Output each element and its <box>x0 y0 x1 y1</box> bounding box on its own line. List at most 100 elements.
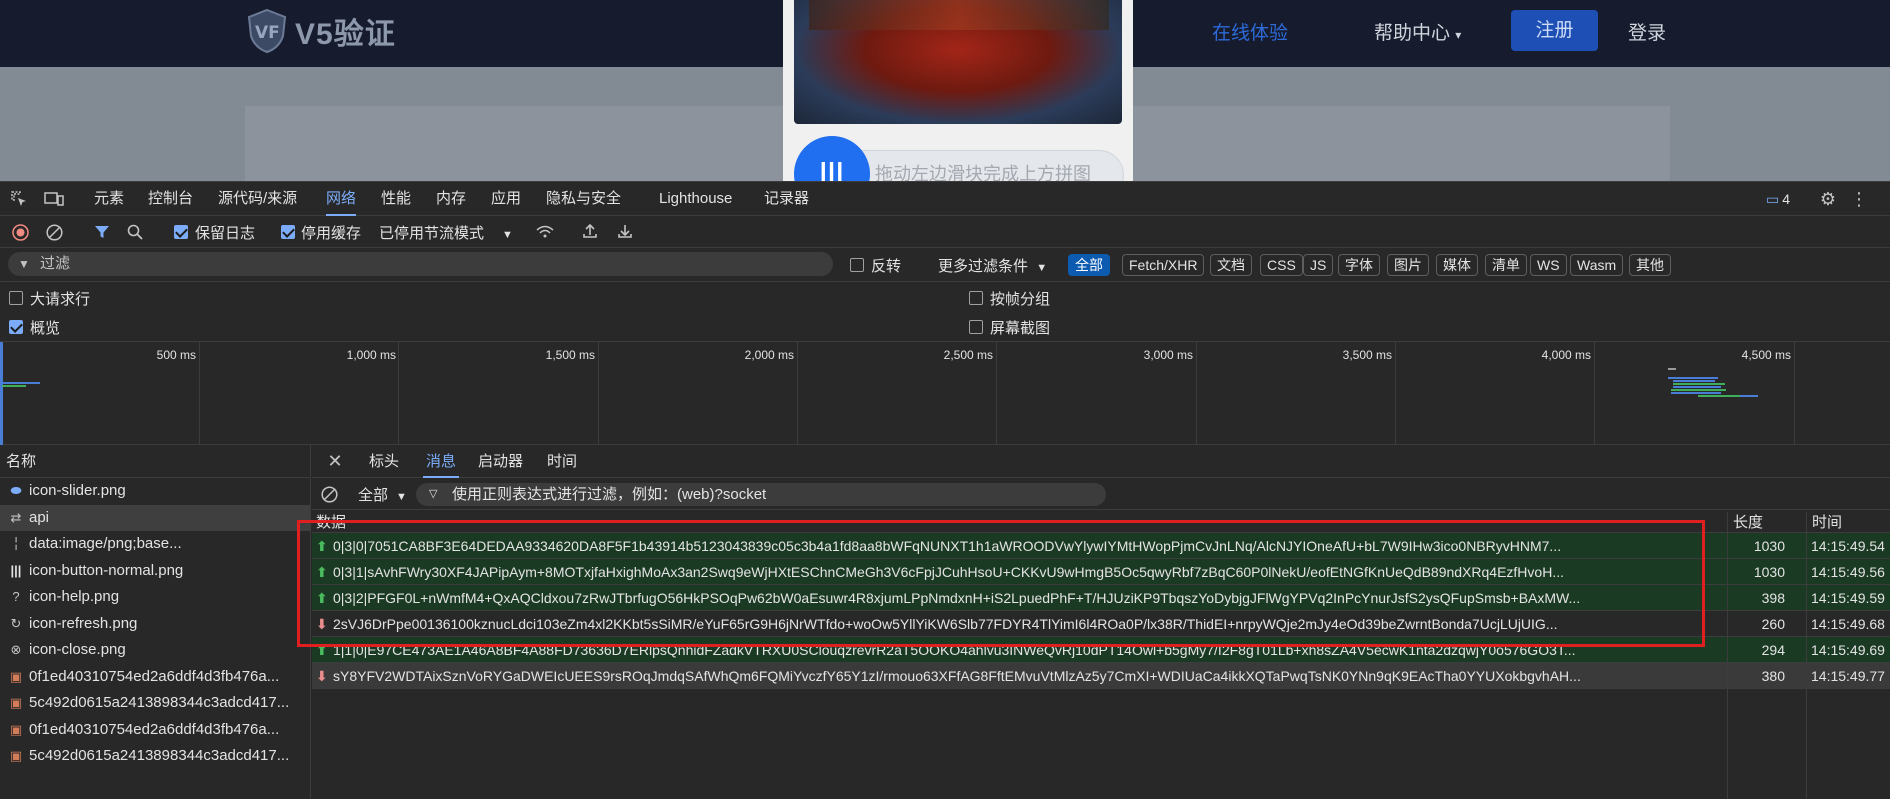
help-icon: ? <box>12 589 20 604</box>
timeline-tick-label: 4,000 ms <box>1541 348 1591 362</box>
invert-checkbox[interactable] <box>850 258 864 272</box>
tab-memory[interactable]: 内存 <box>436 182 466 216</box>
tab-console[interactable]: 控制台 <box>148 182 193 216</box>
tab-elements[interactable]: 元素 <box>94 182 124 216</box>
request-name: 5c492d0615a2413898344c3adcd417... <box>29 694 290 711</box>
slider-icon: ⬬ <box>10 483 22 498</box>
request-row[interactable]: ⊗ icon-close.png <box>0 637 310 664</box>
request-name: 5c492d0615a2413898344c3adcd417... <box>29 747 290 764</box>
nav-help-label: 帮助中心 <box>1374 23 1451 44</box>
filter-chip-font[interactable]: 字体 <box>1338 254 1380 276</box>
timeline-request-bar <box>2 385 26 387</box>
tab-sources[interactable]: 源代码/来源 <box>218 182 297 216</box>
request-row[interactable]: ▣ 5c492d0615a2413898344c3adcd417... <box>0 690 310 717</box>
message-row[interactable]: ⬆ 0|3|0|7051CA8BF3E64DEDAA9334620DA8F5F1… <box>312 533 1890 559</box>
request-row[interactable]: ▣ 5c492d0615a2413898344c3adcd417... <box>0 743 310 770</box>
preserve-log-label: 保留日志 <box>195 225 256 242</box>
request-row[interactable]: ▣ 0f1ed40310754ed2a6ddf4d3fb476a... <box>0 717 310 744</box>
filter-funnel-icon: ▽ <box>429 488 438 500</box>
throttling-select[interactable]: 已停用节流模式 ▼ <box>379 222 513 243</box>
length-column-header[interactable]: 长度 <box>1727 512 1806 533</box>
filter-chip-js[interactable]: JS <box>1303 254 1334 276</box>
message-row[interactable]: ⬇ 2sVJ6DrPpe00136100kznucLdci103eZm4xl2K… <box>312 611 1890 637</box>
messages-header-row: 数据 长度 时间 <box>312 512 1890 533</box>
message-row[interactable]: ⬇ sY8YFV2WDTAixSznVoRYGaDWEIcUEES9rsROqJ… <box>312 663 1890 689</box>
message-row[interactable]: ⬆ 1|1|0|E97CE473AE1A46A8BF4A88FD73636D7E… <box>312 637 1890 663</box>
nav-link-help[interactable]: 帮助中心 ▾ <box>1374 18 1461 45</box>
caret-down-icon: ▼ <box>502 229 513 241</box>
request-row[interactable]: ||| icon-button-normal.png <box>0 558 310 585</box>
filter-funnel-icon[interactable] <box>93 223 111 241</box>
big-rows-checkbox[interactable] <box>9 291 23 305</box>
request-row[interactable]: ╎ data:image/png;base... <box>0 531 310 558</box>
preserve-log-checkbox[interactable] <box>174 225 188 239</box>
message-length: 1030 <box>1727 559 1787 585</box>
message-row[interactable]: ⬆ 0|3|1|sAvhFWry30XF4JAPipAym+8MOTxjfaHx… <box>312 559 1890 585</box>
overview-checkbox[interactable] <box>9 320 23 334</box>
websocket-icon: ⇄ <box>10 509 22 525</box>
network-overview-timeline[interactable]: 500 ms 1,000 ms 1,500 ms 2,000 ms 2,500 … <box>0 342 1890 445</box>
tab-initiator[interactable]: 启动器 <box>478 445 523 478</box>
tab-lighthouse[interactable]: Lighthouse <box>659 182 732 216</box>
register-button[interactable]: 注册 <box>1511 10 1598 51</box>
time-column-divider <box>1806 533 1807 799</box>
tab-application[interactable]: 应用 <box>491 182 521 216</box>
timeline-waterfall-cluster <box>1668 368 1758 400</box>
filter-chip-manifest[interactable]: 清单 <box>1485 254 1527 276</box>
tab-timing[interactable]: 时间 <box>547 445 577 478</box>
clear-log-icon[interactable] <box>45 223 63 241</box>
request-row[interactable]: ↻ icon-refresh.png <box>0 611 310 638</box>
filter-chip-wasm[interactable]: Wasm <box>1570 254 1624 276</box>
tab-privacy-security[interactable]: 隐私与安全 <box>546 182 621 216</box>
filter-chip-img[interactable]: 图片 <box>1387 254 1429 276</box>
more-options-icon[interactable]: ⋮ <box>1850 189 1868 209</box>
message-length: 398 <box>1727 585 1787 611</box>
inspect-element-icon[interactable] <box>10 190 28 208</box>
import-har-icon[interactable] <box>581 222 599 240</box>
captcha-slider-knob[interactable]: ||| <box>794 136 870 181</box>
request-row[interactable]: ⬬ icon-slider.png <box>0 478 310 505</box>
close-icon[interactable]: ✕ <box>326 451 344 471</box>
clear-messages-icon[interactable] <box>320 485 338 503</box>
issues-counter[interactable]: ▭ 4 <box>1766 190 1790 208</box>
tab-messages[interactable]: 消息 <box>423 445 460 478</box>
tab-performance[interactable]: 性能 <box>381 182 411 216</box>
network-conditions-icon[interactable] <box>534 223 556 241</box>
message-type-select[interactable]: 全部 ▼ <box>358 484 407 505</box>
filter-chip-css[interactable]: CSS <box>1260 254 1303 276</box>
filter-chip-other[interactable]: 其他 <box>1629 254 1671 276</box>
site-logo[interactable]: VF V5验证 <box>245 6 396 56</box>
request-row[interactable]: ⇄ api <box>0 504 310 531</box>
settings-gear-icon[interactable]: ⚙ <box>1818 189 1838 209</box>
tab-recorder[interactable]: 记录器 <box>764 182 809 216</box>
tab-network[interactable]: 网络 <box>326 182 357 216</box>
filter-chip-media[interactable]: 媒体 <box>1436 254 1478 276</box>
search-icon[interactable] <box>126 223 144 241</box>
filter-input[interactable]: ▼ 过滤 <box>8 252 833 276</box>
export-har-icon[interactable] <box>616 222 634 240</box>
nav-link-try[interactable]: 在线体验 <box>1212 18 1288 45</box>
message-filter-input[interactable]: ▽ 使用正则表达式进行过滤，例如：(web)?socket <box>416 483 1106 506</box>
device-toolbar-icon[interactable] <box>44 190 64 208</box>
more-filters-dropdown[interactable]: 更多过滤条件 ▼ <box>938 255 1047 276</box>
name-column-header[interactable]: 名称 <box>0 445 310 478</box>
tab-headers[interactable]: 标头 <box>369 445 399 478</box>
filter-chip-fetch-xhr[interactable]: Fetch/XHR <box>1122 254 1205 276</box>
timeline-gridline <box>1794 342 1795 445</box>
request-list-pane: 名称 ⬬ icon-slider.png ⇄ api ╎ data:image/png… <box>0 445 311 799</box>
record-stop-icon[interactable] <box>11 223 29 241</box>
caret-down-icon: ▾ <box>1455 28 1462 42</box>
screenshots-checkbox[interactable] <box>969 320 983 334</box>
filter-chip-doc[interactable]: 文档 <box>1210 254 1252 276</box>
image-icon: ▣ <box>9 668 23 684</box>
group-by-frame-checkbox[interactable] <box>969 291 983 305</box>
disable-cache-checkbox[interactable] <box>281 225 295 239</box>
time-column-header[interactable]: 时间 <box>1806 512 1890 533</box>
request-row[interactable]: ? icon-help.png <box>0 584 310 611</box>
filter-chip-all[interactable]: 全部 <box>1068 254 1110 276</box>
filter-chip-ws[interactable]: WS <box>1530 254 1567 276</box>
nav-link-login[interactable]: 登录 <box>1628 18 1666 45</box>
request-row[interactable]: ▣ 0f1ed40310754ed2a6ddf4d3fb476a... <box>0 664 310 691</box>
data-column-header[interactable]: 数据 <box>316 512 346 533</box>
message-row[interactable]: ⬆ 0|3|2|PFGF0L+nWmfM4+QxAQCldxou7zRwJTbr… <box>312 585 1890 611</box>
